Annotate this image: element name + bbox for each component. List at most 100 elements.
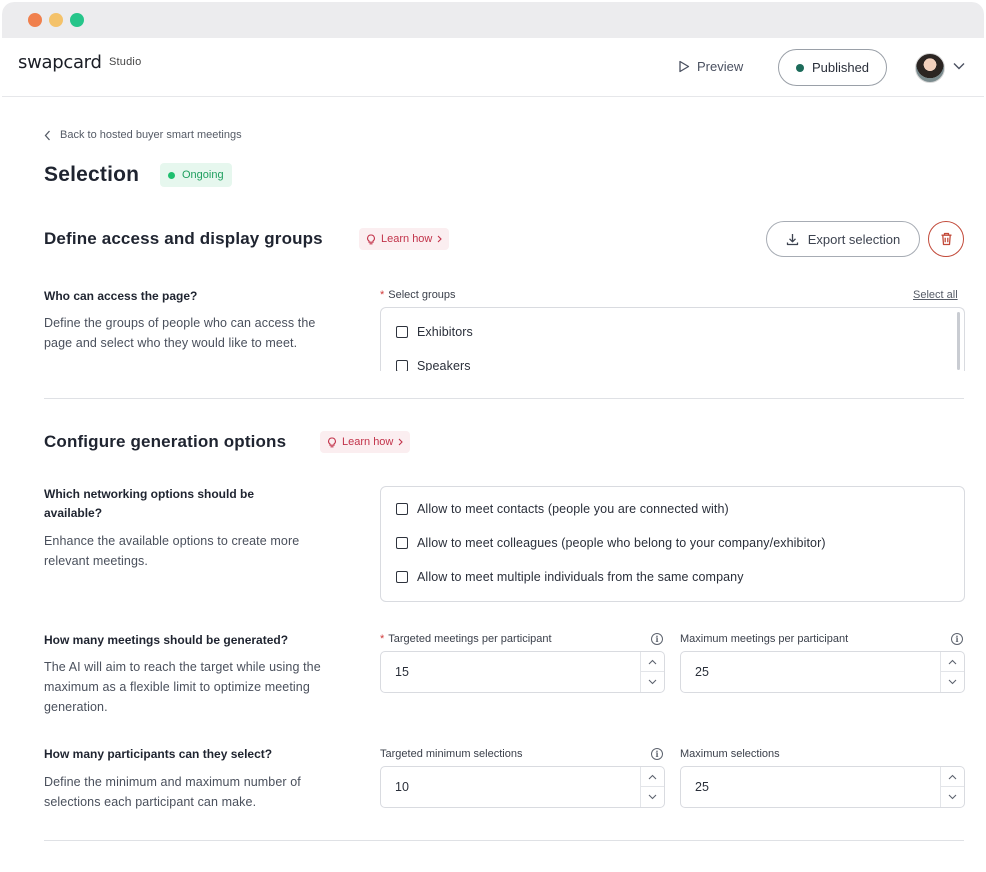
maximize-window-button[interactable] [70, 13, 84, 27]
option-label: Allow to meet colleagues (people who bel… [417, 536, 826, 550]
required-asterisk: * [380, 289, 385, 301]
section-divider [44, 398, 964, 399]
learn-how-label: Learn how [381, 233, 433, 245]
question-selections: How many participants can they select? [44, 747, 273, 761]
checkbox[interactable] [396, 503, 408, 515]
input-value: 25 [695, 780, 709, 794]
chevron-right-icon [437, 235, 443, 243]
section-title-access: Define access and display groups [44, 229, 323, 248]
published-status-button[interactable]: Published [778, 49, 887, 86]
number-stepper[interactable] [940, 652, 964, 692]
max-selections-label: Maximum selections [680, 748, 780, 760]
increment-button[interactable] [941, 652, 964, 672]
lightbulb-icon [328, 436, 336, 447]
window-titlebar [2, 2, 984, 38]
published-label: Published [811, 60, 870, 75]
minimize-window-button[interactable] [49, 13, 63, 27]
checkbox[interactable] [396, 537, 408, 549]
chevron-left-icon [44, 130, 50, 140]
option-label: Allow to meet multiple individuals from … [417, 570, 744, 584]
chevron-down-icon [648, 679, 657, 685]
chevron-up-icon [948, 774, 957, 779]
increment-button[interactable] [641, 767, 664, 787]
option-meet-contacts[interactable]: Allow to meet contacts (people you are c… [396, 502, 729, 516]
decrement-button[interactable] [941, 787, 964, 807]
chevron-up-icon [648, 659, 657, 664]
back-link-label: Back to hosted buyer smart meetings [60, 129, 242, 141]
export-selection-label: Export selection [807, 231, 901, 247]
page-title: Selection [44, 163, 140, 186]
input-value: 25 [695, 665, 709, 679]
groups-list[interactable]: Exhibitors Speakers [380, 307, 965, 371]
swapcard-logo[interactable]: swapcard [18, 52, 102, 73]
play-icon [679, 60, 690, 73]
download-icon [786, 233, 798, 245]
group-option-exhibitors[interactable]: Exhibitors [396, 325, 473, 339]
status-badge: Ongoing [160, 163, 232, 187]
group-option-label: Exhibitors [417, 325, 473, 339]
input-value: 10 [395, 780, 409, 794]
question-networking: Which networking options should be avail… [44, 487, 254, 520]
info-icon[interactable]: i [651, 748, 663, 760]
max-meetings-label: Maximum meetings per participant [680, 633, 849, 645]
decrement-button[interactable] [941, 672, 964, 692]
info-icon[interactable]: i [951, 633, 963, 645]
group-option-speakers[interactable]: Speakers [396, 359, 471, 371]
section-title-generation: Configure generation options [44, 432, 287, 451]
chevron-right-icon [398, 438, 404, 446]
networking-options: Allow to meet contacts (people you are c… [380, 486, 965, 602]
scrollbar[interactable] [957, 312, 960, 370]
max-meetings-input[interactable]: 25 [680, 651, 965, 693]
delete-button[interactable] [928, 221, 964, 257]
min-selections-label: Targeted minimum selections [380, 748, 523, 760]
decrement-button[interactable] [641, 787, 664, 807]
number-stepper[interactable] [940, 767, 964, 807]
increment-button[interactable] [641, 652, 664, 672]
decrement-button[interactable] [641, 672, 664, 692]
learn-how-label: Learn how [342, 436, 394, 448]
group-option-label: Speakers [417, 359, 471, 371]
learn-how-link-access[interactable]: Learn how [359, 228, 450, 250]
max-selections-input[interactable]: 25 [680, 766, 965, 808]
description-networking: Enhance the available options to create … [44, 534, 300, 568]
status-label: Ongoing [182, 169, 224, 181]
back-link[interactable]: Back to hosted buyer smart meetings [44, 129, 242, 141]
number-stepper[interactable] [640, 652, 664, 692]
chevron-down-icon [948, 679, 957, 685]
status-dot-icon [168, 171, 175, 179]
chevron-up-icon [648, 774, 657, 779]
number-stepper[interactable] [640, 767, 664, 807]
close-window-button[interactable] [28, 13, 42, 27]
description-meetings: The AI will aim to reach the target whil… [44, 660, 321, 714]
checkbox[interactable] [396, 571, 408, 583]
chevron-up-icon [948, 659, 957, 664]
min-selections-input[interactable]: 10 [380, 766, 665, 808]
preview-button[interactable]: Preview [678, 59, 743, 74]
question-meetings: How many meetings should be generated? [44, 633, 289, 647]
section-divider [44, 840, 964, 841]
app-header: swapcard Studio Preview Published [2, 38, 984, 97]
option-label: Allow to meet contacts (people you are c… [417, 502, 729, 516]
option-meet-colleagues[interactable]: Allow to meet colleagues (people who bel… [396, 536, 826, 550]
export-selection-button[interactable]: Export selection [766, 221, 920, 257]
chevron-down-icon [648, 794, 657, 800]
input-value: 15 [395, 665, 409, 679]
trash-icon [941, 232, 951, 246]
option-meet-multiple[interactable]: Allow to meet multiple individuals from … [396, 570, 744, 584]
checkbox[interactable] [396, 326, 408, 338]
description-selections: Define the minimum and maximum number of… [44, 775, 301, 809]
info-icon[interactable]: i [651, 633, 663, 645]
select-groups-label: * Select groups [380, 289, 456, 301]
chevron-down-icon[interactable] [953, 62, 965, 70]
checkbox[interactable] [396, 360, 408, 371]
target-meetings-label: * Targeted meetings per participant [380, 633, 552, 645]
preview-label: Preview [697, 59, 744, 74]
published-dot-icon [795, 63, 804, 72]
select-all-link[interactable]: Select all [913, 289, 958, 301]
required-asterisk: * [380, 633, 385, 645]
product-name: Studio [109, 56, 142, 68]
learn-how-link-generation[interactable]: Learn how [320, 431, 411, 453]
user-avatar[interactable] [915, 53, 945, 83]
target-meetings-input[interactable]: 15 [380, 651, 665, 693]
increment-button[interactable] [941, 767, 964, 787]
